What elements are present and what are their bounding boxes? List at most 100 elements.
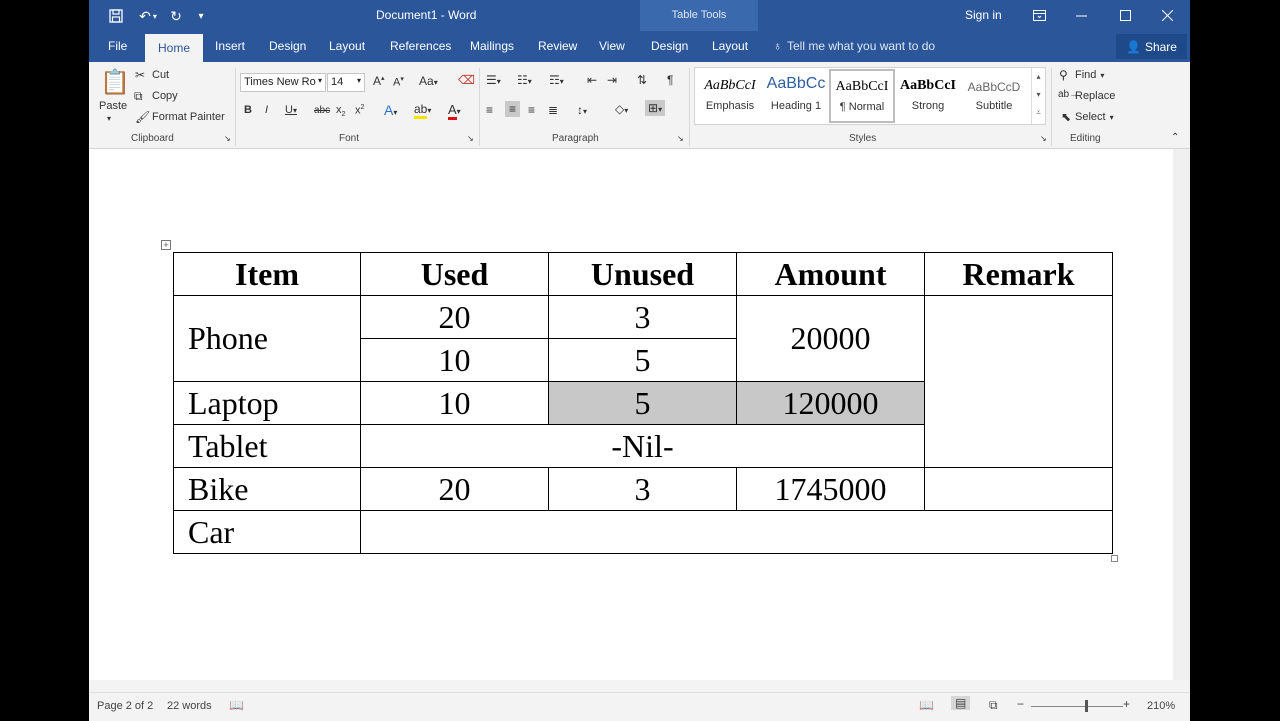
cell-remark-merged[interactable] — [924, 295, 1113, 468]
tab-home[interactable]: Home — [145, 34, 204, 62]
header-cell-remark[interactable]: Remark — [924, 252, 1113, 296]
clipboard-icon[interactable]: 📋 — [100, 68, 130, 97]
collapse-ribbon-icon[interactable]: ⌃ — [1171, 132, 1179, 143]
strikethrough-icon[interactable]: abc — [314, 105, 330, 116]
change-case-icon[interactable]: Aa▾ — [419, 74, 438, 88]
paragraph-launcher-icon[interactable]: ↘ — [677, 134, 684, 143]
justify-icon[interactable]: ≣ — [548, 103, 558, 117]
redo-icon[interactable]: ↻ — [167, 6, 185, 26]
word-count[interactable]: 22 words — [167, 700, 212, 712]
cell-bike-used[interactable]: 20 — [360, 467, 549, 511]
cell-laptop-used[interactable]: 10 — [360, 381, 549, 425]
find-button[interactable]: Find ▾ — [1075, 69, 1104, 81]
cell-phone-unused-2[interactable]: 5 — [548, 338, 737, 382]
align-center-icon[interactable]: ≡ — [505, 101, 521, 117]
tab-table-design[interactable]: Design — [651, 39, 688, 53]
font-name-combo[interactable]: Times New Ro ▾ — [240, 73, 326, 92]
zoom-out-icon[interactable]: − — [1017, 697, 1024, 711]
read-mode-icon[interactable]: 📖 — [919, 698, 934, 712]
tab-design[interactable]: Design — [269, 39, 306, 53]
clipboard-launcher-icon[interactable]: ↘ — [224, 134, 231, 143]
cell-phone-unused-1[interactable]: 3 — [548, 295, 737, 339]
show-formatting-icon[interactable]: ¶ — [667, 73, 673, 87]
close-icon[interactable] — [1147, 0, 1187, 31]
style-normal[interactable]: AaBbCcI ¶ Normal — [829, 69, 895, 123]
multilevel-list-icon[interactable]: ☶▾ — [549, 73, 564, 87]
cell-bike-unused[interactable]: 3 — [548, 467, 737, 511]
cell-car-item[interactable]: Car — [173, 510, 361, 554]
tab-mailings[interactable]: Mailings — [470, 39, 514, 53]
styles-scroll[interactable]: ▴ ▾ ⩡ — [1031, 68, 1045, 124]
paste-button[interactable]: Paste — [99, 100, 127, 112]
undo-icon[interactable]: ↶ ▾ — [135, 6, 161, 26]
line-spacing-icon[interactable]: ↕▾ — [577, 103, 587, 117]
bullets-icon[interactable]: ☰▾ — [486, 73, 501, 87]
numbering-icon[interactable]: ☷▾ — [517, 73, 532, 87]
zoom-slider-thumb[interactable] — [1085, 700, 1088, 712]
tab-references[interactable]: References — [390, 39, 451, 53]
cell-bike-remark[interactable] — [924, 467, 1113, 511]
proofing-icon[interactable]: 📖 — [229, 698, 244, 712]
text-effects-icon[interactable]: A▾ — [384, 102, 397, 118]
increase-indent-icon[interactable]: ⇥ — [607, 73, 617, 87]
header-cell-item[interactable]: Item — [173, 252, 361, 296]
cell-laptop-amount[interactable]: 120000 — [736, 381, 925, 425]
grow-font-icon[interactable]: A▴ — [373, 74, 385, 88]
format-painter-button[interactable]: Format Painter — [152, 111, 225, 123]
highlight-icon[interactable]: ab▾ — [414, 102, 431, 119]
share-button[interactable]: 👤 Share — [1116, 34, 1187, 59]
document-page[interactable]: + Item Used Unused Amount Remark Phone 2… — [89, 149, 1173, 680]
cell-phone-used-1[interactable]: 20 — [360, 295, 549, 339]
header-cell-used[interactable]: Used — [360, 252, 549, 296]
select-button[interactable]: Select ▾ — [1075, 111, 1114, 123]
cell-laptop-item[interactable]: Laptop — [173, 381, 361, 425]
clear-formatting-icon[interactable]: ⌫ — [458, 73, 475, 87]
replace-button[interactable]: Replace — [1075, 90, 1115, 102]
customize-icon[interactable]: ▾ — [195, 6, 207, 26]
sign-in-link[interactable]: Sign in — [965, 8, 1002, 22]
maximize-icon[interactable] — [1105, 0, 1145, 31]
tab-view[interactable]: View — [599, 39, 625, 53]
cell-tablet-item[interactable]: Tablet — [173, 424, 361, 468]
zoom-slider[interactable] — [1031, 706, 1123, 707]
tab-layout[interactable]: Layout — [329, 39, 365, 53]
page-indicator[interactable]: Page 2 of 2 — [97, 700, 153, 712]
tab-file[interactable]: File — [108, 39, 127, 53]
cell-bike-amount[interactable]: 1745000 — [736, 467, 925, 511]
decrease-indent-icon[interactable]: ⇤ — [587, 73, 597, 87]
zoom-level[interactable]: 210% — [1147, 700, 1175, 712]
data-table[interactable]: Item Used Unused Amount Remark Phone 20 … — [173, 252, 1113, 554]
shrink-font-icon[interactable]: A▾ — [393, 75, 404, 89]
web-layout-icon[interactable]: ⧉ — [989, 698, 998, 713]
paste-dropdown-icon[interactable]: ▾ — [107, 114, 111, 123]
italic-icon[interactable]: I — [265, 104, 268, 116]
chevron-down-icon[interactable]: ▾ — [1032, 86, 1045, 104]
align-left-icon[interactable]: ≡ — [486, 103, 493, 117]
table-resize-handle-icon[interactable] — [1111, 555, 1118, 562]
align-right-icon[interactable]: ≡ — [528, 103, 535, 117]
tab-review[interactable]: Review — [538, 39, 577, 53]
font-color-icon[interactable]: A▾ — [448, 102, 461, 120]
cell-phone-amount[interactable]: 20000 — [736, 295, 925, 382]
cell-laptop-unused[interactable]: 5 — [548, 381, 737, 425]
minimize-icon[interactable] — [1061, 0, 1101, 31]
style-subtitle[interactable]: AaBbCcD Subtitle — [961, 70, 1027, 122]
zoom-in-icon[interactable]: + — [1123, 697, 1130, 711]
cell-phone-used-2[interactable]: 10 — [360, 338, 549, 382]
tell-me-box[interactable]: ♁ Tell me what you want to do — [773, 39, 935, 53]
tab-insert[interactable]: Insert — [215, 39, 245, 53]
save-icon[interactable] — [107, 6, 125, 26]
header-cell-unused[interactable]: Unused — [548, 252, 737, 296]
more-styles-icon[interactable]: ⩡ — [1032, 104, 1045, 122]
font-launcher-icon[interactable]: ↘ — [467, 134, 474, 143]
cell-car-merged[interactable] — [360, 510, 1113, 554]
bold-icon[interactable]: B — [244, 104, 252, 116]
copy-button[interactable]: Copy — [152, 90, 178, 102]
borders-icon[interactable]: ⊞▾ — [645, 100, 666, 116]
chevron-up-icon[interactable]: ▴ — [1032, 68, 1045, 86]
underline-icon[interactable]: U▾ — [285, 104, 297, 116]
style-emphasis[interactable]: AaBbCcI Emphasis — [697, 70, 763, 122]
styles-launcher-icon[interactable]: ↘ — [1040, 134, 1047, 143]
cut-button[interactable]: Cut — [152, 69, 169, 81]
sort-icon[interactable]: ⇅ — [637, 73, 647, 87]
